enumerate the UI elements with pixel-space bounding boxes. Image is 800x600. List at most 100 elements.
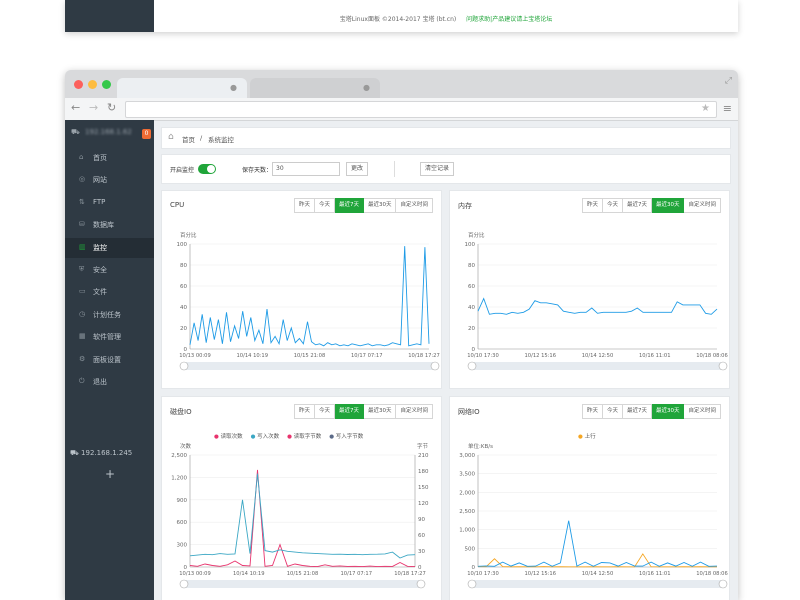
sidebar-item-5[interactable]: ⛨ 安全 — [65, 260, 154, 280]
disk-slider-handle-left — [179, 579, 189, 589]
sidebar-item-icon: ⏻ — [79, 377, 85, 385]
forward-arrow-icon[interactable]: → — [89, 101, 98, 114]
y-tick-label: 3,500 — [459, 472, 475, 478]
server-icon: ⛟ — [71, 128, 80, 136]
disk-unit-label: 次数 — [180, 442, 192, 450]
legend-label: 读取次数 — [220, 434, 243, 440]
server-selector[interactable]: ⛟ 192.168.1.62 — [71, 128, 153, 142]
y-tick-label: 40 — [180, 305, 187, 311]
disk-range-slider — [184, 580, 421, 588]
sidebar-item-9[interactable]: ⚙ 面板设置 — [65, 350, 154, 370]
y-tick-label: 900 — [177, 498, 188, 504]
y2-tick-label: 150 — [418, 485, 429, 491]
breadcrumb-home[interactable]: 首页 — [182, 134, 195, 144]
sidebar-item-4[interactable]: ▥ 监控 — [65, 237, 154, 258]
footer-feedback-link[interactable]: 问题求助|产品建议请上宝塔论坛 — [466, 16, 552, 23]
legend-item[interactable]: ● 上行 — [578, 434, 596, 440]
y-tick-label: 2,000 — [459, 490, 475, 496]
y-tick-label: 600 — [177, 520, 188, 526]
network-series-line-1 — [477, 520, 718, 567]
memory-unit-label: 百分比 — [468, 231, 485, 239]
network-slider-handle-left — [467, 579, 477, 589]
sidebar-item-label: 首页 — [93, 154, 107, 162]
sidebar-item-icon: ◷ — [79, 309, 86, 318]
browser-menu-icon[interactable]: ≡ — [723, 102, 732, 115]
x-tick-label: 10/13 00:09 — [179, 353, 211, 359]
sidebar-item-10[interactable]: ⏻ 退出 — [65, 372, 154, 392]
breadcrumb: ⌂ 首页 / 系统监控 — [161, 127, 731, 149]
notification-badge[interactable]: 0 — [142, 129, 151, 139]
browser-tab-inactive[interactable]: ● — [250, 78, 380, 98]
sidebar-item-label: 数据库 — [93, 221, 114, 230]
sidebar-item-3[interactable]: ⛁ 数据库 — [65, 215, 154, 235]
fullscreen-icon[interactable]: ⤢ — [725, 76, 732, 86]
y2-tick-label: 90 — [418, 517, 425, 523]
close-tab-icon[interactable]: ● — [230, 83, 237, 92]
x-tick-label: 10/10 17:30 — [467, 353, 499, 359]
y-tick-label: 60 — [180, 284, 187, 290]
x-tick-label: 10/16 11:01 — [639, 571, 671, 577]
breadcrumb-current: 系统监控 — [208, 136, 234, 144]
legend-item[interactable]: ● 读取字节数 — [287, 434, 321, 440]
sidebar-item-0[interactable]: ⌂ 首页 — [65, 148, 154, 168]
legend-label: 上行 — [584, 434, 596, 440]
y-tick-label: 20 — [468, 326, 475, 332]
x-tick-label: 10/15 21:08 — [287, 571, 319, 577]
disk-io-chart-panel: 磁盘IO 昨天 今天 最近7天 最近30天 自定义时间 次数 字节 0 300 600 900 1,20… — [161, 396, 442, 600]
server-ip[interactable]: ⛟ 192.168.1.245 — [70, 449, 132, 458]
change-button[interactable]: 更改 — [346, 162, 368, 176]
legend-item[interactable]: ● 写入字节数 — [329, 434, 363, 440]
x-tick-label: 10/10 17:30 — [467, 571, 499, 577]
x-tick-label: 10/14 10:19 — [233, 571, 265, 577]
browser-tab-bar: ● ● ⤢ — [65, 70, 738, 98]
x-tick-label: 10/18 17:27 — [408, 353, 440, 359]
sidebar-item-label: 监控 — [93, 243, 107, 252]
legend-item[interactable]: ● 写入次数 — [251, 434, 280, 440]
sidebar-item-6[interactable]: ▭ 文件 — [65, 282, 154, 302]
legend-label: 写入字节数 — [335, 434, 364, 440]
sidebar: ⛟ 192.168.1.62 0 ⌂ 首页 ◎ 网站 ⇅ FTP ⛁ 数据库 ▥ 监控 ⛨ 安全 ▭ 文件… — [65, 120, 154, 600]
legend-item[interactable]: ● 读取次数 — [214, 434, 243, 440]
sidebar-item-icon: ◎ — [79, 175, 86, 184]
add-server-button[interactable]: + — [105, 467, 115, 481]
sidebar-item-icon: ▭ — [79, 287, 86, 296]
sidebar-item-label: 文件 — [93, 288, 107, 297]
previous-window-sidebar — [65, 0, 154, 32]
cpu-chart-svg: 百分比02040608010010/13 00:09 10/14 10:19 10/… — [177, 231, 440, 371]
x-tick-label: 10/14 12:50 — [582, 571, 614, 577]
sidebar-item-1[interactable]: ◎ 网站 — [65, 170, 154, 190]
memory-series-line-0 — [477, 297, 718, 315]
clear-records-button[interactable]: 清空记录 — [420, 162, 454, 176]
x-tick-label: 10/18 17:27 — [394, 571, 426, 577]
sidebar-item-2[interactable]: ⇅ FTP — [65, 193, 154, 213]
monitor-toggle[interactable] — [198, 164, 216, 174]
y-tick-label: 100 — [465, 242, 476, 248]
y-tick-label: 100 — [177, 242, 188, 248]
home-icon[interactable]: ⌂ — [168, 132, 174, 142]
minimize-window-button[interactable] — [88, 80, 97, 89]
y2-tick-label: 210 — [418, 453, 429, 459]
back-arrow-icon[interactable]: ← — [71, 101, 80, 114]
save-days-input[interactable]: 30 — [272, 162, 340, 176]
close-tab-icon[interactable]: ● — [363, 83, 370, 92]
legend-label: 写入次数 — [257, 434, 280, 440]
network-slider-handle-right — [718, 579, 728, 589]
bookmark-star-icon[interactable]: ★ — [701, 103, 710, 114]
zoom-window-button[interactable] — [102, 80, 111, 89]
server-icon: ⛟ — [70, 449, 79, 457]
disk-series-line-1 — [189, 473, 416, 559]
address-bar[interactable]: ★ — [125, 101, 717, 118]
browser-tab-active[interactable]: ● — [117, 78, 247, 98]
legend-label: 读取字节数 — [293, 434, 322, 440]
reload-icon[interactable]: ↻ — [107, 101, 116, 114]
sidebar-item-8[interactable]: ▦ 软件管理 — [65, 327, 154, 347]
close-window-button[interactable] — [74, 80, 83, 89]
sidebar-item-label: 安全 — [93, 266, 107, 274]
sidebar-item-7[interactable]: ◷ 计划任务 — [65, 305, 154, 325]
disk-chart-svg: 次数 字节03006009001,2002,5000306090120150180… — [171, 442, 429, 589]
breadcrumb-separator: / — [200, 134, 203, 142]
sidebar-item-label: 软件管理 — [93, 333, 121, 342]
network-unit-label: 单位:KB/s — [468, 442, 493, 450]
memory-chart-panel: 内存 昨天 今天 最近7天 最近30天 自定义时间 百分比 0 20 40 60 80 100 10/10… — [449, 190, 730, 389]
sidebar-item-icon: ⌂ — [79, 153, 84, 161]
